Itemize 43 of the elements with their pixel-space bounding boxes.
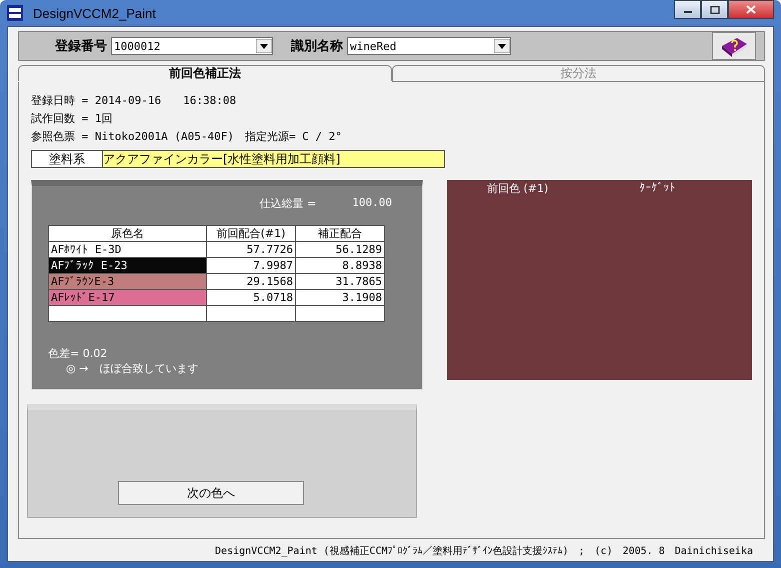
- column-header: 原色名: [48, 226, 206, 242]
- total-label: 仕込総量 =: [260, 196, 316, 211]
- field-label: 識別名称: [291, 38, 343, 55]
- status-text: DesignVCCM2_Paint (視感補正CCMﾌﾟﾛｸﾞﾗﾑ／塗料用ﾃﾞｻﾞｲﾝ色設計支援ｼｽﾃﾑ) ; (c) 2005. 8 Dainichiseika: [215, 544, 753, 558]
- tab[interactable]: 前回色補正法: [18, 65, 392, 81]
- identification-name-dropdown[interactable]: wineRed: [347, 37, 511, 55]
- info-text: 試作回数 = 1回: [31, 111, 114, 127]
- swatch-label: 前回色 (#1): [487, 182, 548, 195]
- table-cell: 5.0718: [206, 290, 296, 306]
- table-cell: AFﾌﾞﾗｯｸ E-23: [48, 258, 206, 274]
- table-cell: 7.9987: [206, 258, 296, 274]
- app-icon: [7, 5, 23, 21]
- table-cell: AFﾌﾞﾗｳﾝE-3: [48, 274, 206, 290]
- swatch-label: ﾀｰｹﾞｯﾄ: [640, 181, 676, 194]
- table-cell: 57.7726: [206, 242, 296, 258]
- field-label: 登録番号: [55, 38, 107, 55]
- window-title: DesignVCCM2_Paint: [33, 6, 156, 20]
- dropdown-arrow-icon: [256, 39, 272, 53]
- column-header: 前回配合(#1): [206, 226, 296, 242]
- table-cell: 3.1908: [296, 290, 384, 306]
- table-cell: 31.7865: [296, 274, 384, 290]
- column-header: 補正配合: [296, 226, 384, 242]
- total-value: 100.00: [352, 196, 392, 211]
- maximize-button[interactable]: [701, 0, 728, 19]
- maximize-icon: [710, 6, 720, 14]
- paint-system-label: 塗料系: [32, 151, 103, 167]
- color-difference-text: 色差= 0.02: [48, 346, 108, 361]
- table-cell: 56.1289: [296, 242, 384, 258]
- info-text: 登録日時 = 2014-09-16 16:38:08: [31, 93, 238, 109]
- close-button[interactable]: [728, 0, 774, 19]
- info-text: 参照色票 = Nitoko2001A (A05-40F) 指定光源= C / 2°: [31, 129, 343, 145]
- dropdown-arrow-icon: [494, 39, 510, 53]
- match-verdict-text: ◎ → ほぼ合致しています: [66, 361, 200, 376]
- table-cell: AFﾚｯﾄﾞE-17: [48, 290, 206, 306]
- table-cell: 8.8938: [296, 258, 384, 274]
- registration-number-dropdown[interactable]: 1000012: [111, 37, 273, 55]
- minimize-button[interactable]: [674, 0, 701, 19]
- next-color-button[interactable]: 次の色へ: [118, 481, 304, 505]
- help-button[interactable]: [712, 32, 756, 60]
- close-icon: [746, 5, 756, 14]
- table-cell: 29.1568: [206, 274, 296, 290]
- table-cell: AFﾎﾜｲﾄ E-3D: [48, 242, 206, 258]
- paint-system-value: アクアファインカラー[水性塗料用加工顔料]: [103, 151, 444, 167]
